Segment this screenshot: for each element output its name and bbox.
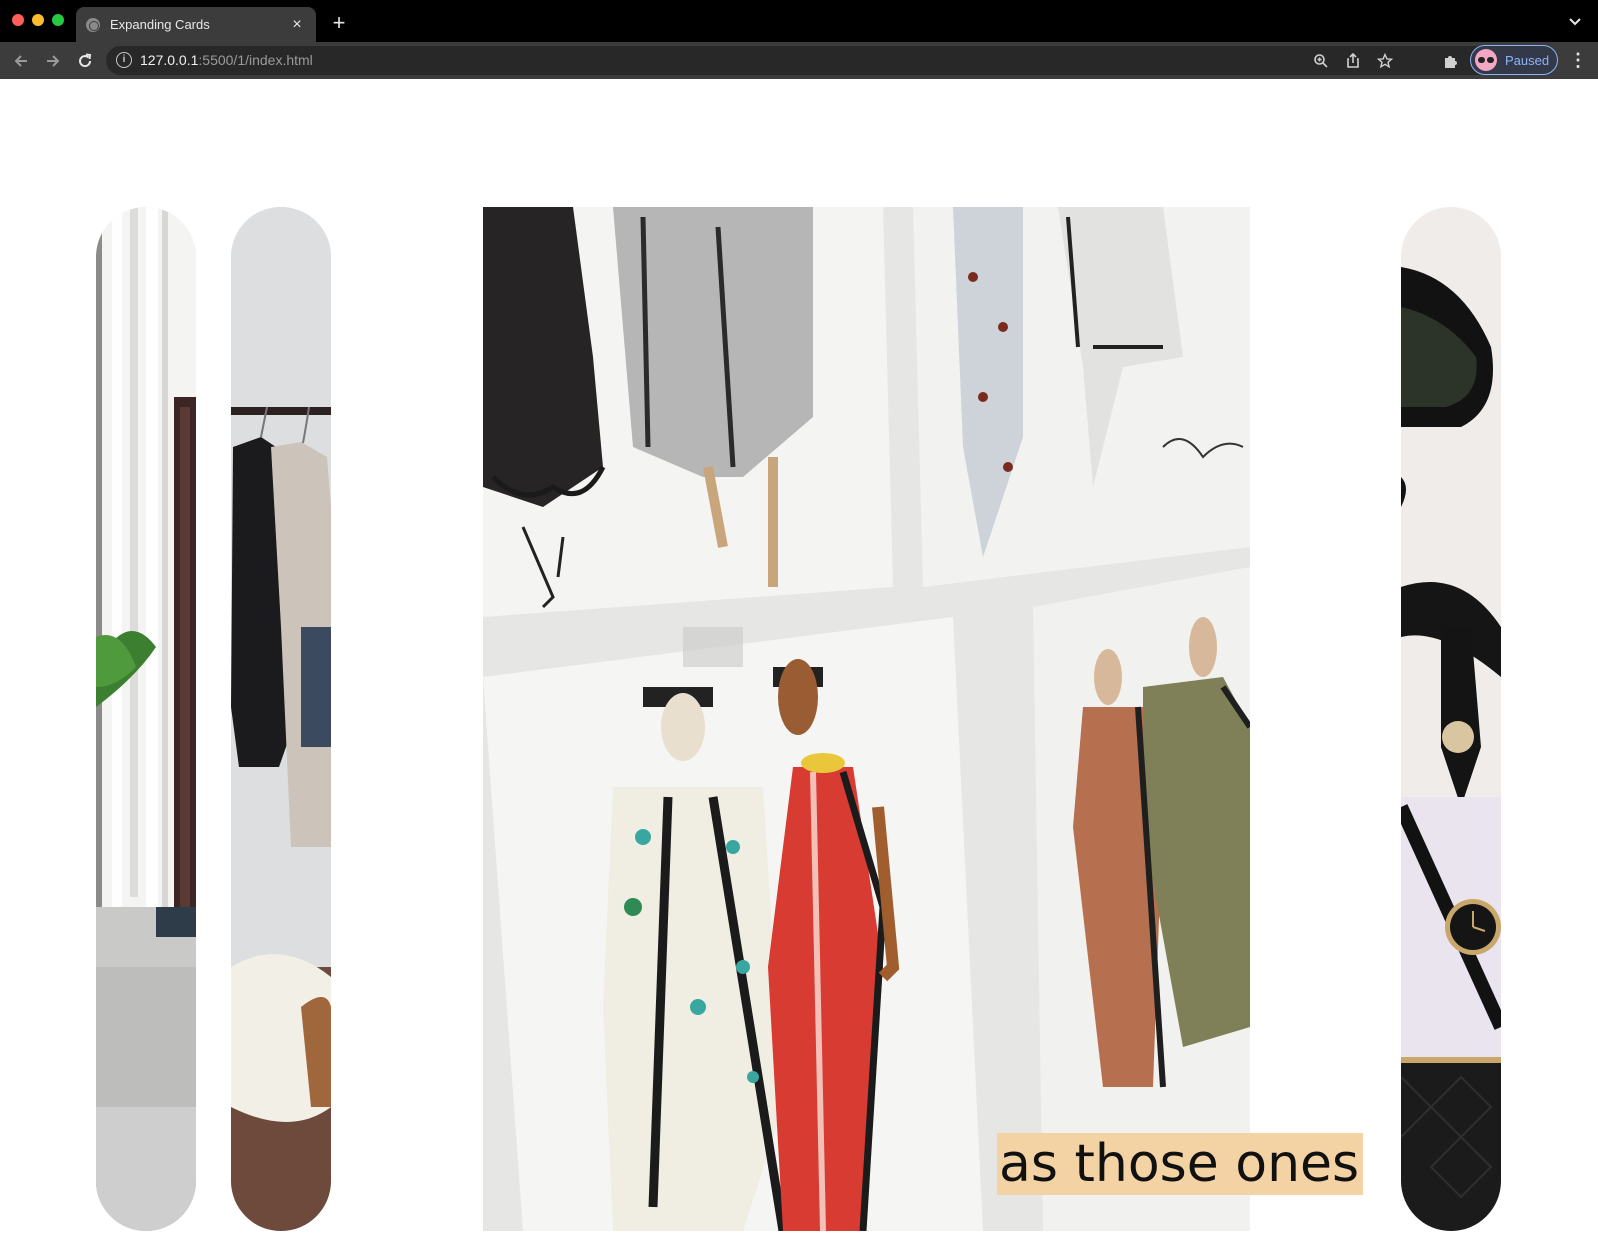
clothes-rack-image	[231, 207, 331, 1231]
url-host: 127.0.0.1	[140, 52, 199, 68]
zoom-icon	[1314, 54, 1328, 68]
share-button[interactable]	[1342, 50, 1364, 72]
profile-status: Paused	[1505, 52, 1550, 68]
panel-clothes-rack[interactable]	[231, 207, 331, 1231]
arrow-right-icon	[47, 55, 60, 67]
forward-button[interactable]	[40, 48, 66, 74]
zoom-button[interactable]	[1310, 50, 1332, 72]
fashion-sketches-image	[483, 207, 1250, 1231]
minimize-window-button[interactable]	[32, 14, 44, 26]
globe-icon	[86, 17, 100, 32]
avatar	[1475, 49, 1497, 71]
bookmark-button[interactable]	[1374, 50, 1396, 72]
tab-strip: Expanding Cards × +	[0, 0, 1598, 42]
address-bar[interactable]: i 127.0.0.1:5500/1/index.html	[106, 46, 1546, 75]
extensions-button[interactable]	[1440, 50, 1462, 72]
panel-title: as those ones	[997, 1133, 1364, 1195]
share-icon	[1347, 53, 1359, 68]
url-path: :5500/1/index.html	[198, 52, 313, 68]
reload-icon	[79, 53, 92, 68]
living-room-image	[96, 207, 196, 1231]
tab-close-icon[interactable]: ×	[288, 16, 306, 34]
back-button[interactable]	[8, 48, 34, 74]
url-text[interactable]: 127.0.0.1:5500/1/index.html	[140, 52, 313, 68]
panel-fashion-sketches[interactable]: as those ones	[483, 207, 1364, 1231]
panel-living-room[interactable]	[96, 207, 196, 1231]
new-tab-button[interactable]: +	[326, 10, 352, 36]
chevron-down-icon	[1569, 18, 1581, 26]
panel-accessories[interactable]	[1401, 207, 1501, 1231]
reload-button[interactable]	[72, 48, 98, 74]
browser-menu-button[interactable]: ⋮	[1568, 50, 1588, 72]
arrow-left-icon	[14, 55, 27, 67]
tab-search-button[interactable]	[1566, 12, 1584, 30]
tab-title: Expanding Cards	[110, 17, 210, 32]
accessories-image	[1401, 207, 1501, 1231]
tab-expanding-cards[interactable]: Expanding Cards ×	[76, 7, 316, 42]
profile-button[interactable]: Paused	[1470, 45, 1558, 75]
browser-toolbar: i 127.0.0.1:5500/1/index.html Paused ⋮	[0, 42, 1598, 79]
close-window-button[interactable]	[12, 14, 24, 26]
maximize-window-button[interactable]	[52, 14, 64, 26]
puzzle-icon	[1445, 56, 1457, 68]
star-icon	[1377, 53, 1393, 69]
info-icon[interactable]: i	[116, 52, 132, 68]
page-viewport: as those ones	[0, 79, 1598, 1246]
